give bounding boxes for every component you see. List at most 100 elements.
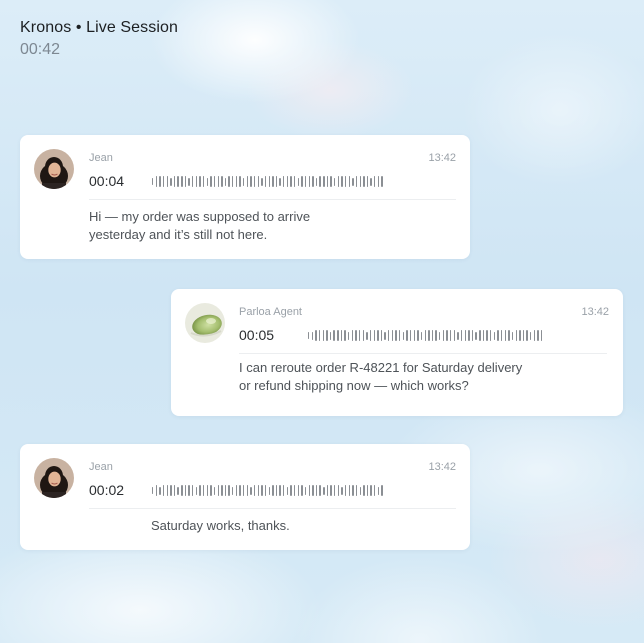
sender-name: Parloa Agent — [239, 306, 302, 318]
waveform-bar — [323, 486, 325, 495]
message-line: Saturday works, thanks. — [151, 518, 290, 533]
waveform-bar — [341, 486, 343, 495]
waveform-bar — [283, 176, 285, 187]
waveform-bar — [159, 176, 161, 187]
waveform-bar — [348, 331, 350, 340]
waveform-bar — [381, 485, 383, 496]
waveform-bar — [374, 176, 376, 187]
waveform-bar — [482, 330, 485, 341]
waveform-bar — [352, 177, 354, 186]
waveform-bar — [217, 485, 219, 496]
waveform-bar — [166, 485, 168, 496]
waveform-bar — [359, 486, 361, 495]
waveform-bar — [333, 330, 335, 341]
audio-waveform[interactable] — [152, 484, 385, 497]
audio-duration: 00:02 — [89, 482, 125, 498]
waveform-bar — [217, 176, 219, 187]
waveform-bar — [232, 486, 234, 495]
waveform-bar — [497, 330, 499, 341]
message-card-jean-2: Jean 13:42 00:02 Saturday works, thanks. — [20, 444, 470, 550]
waveform-bar — [504, 330, 506, 341]
waveform-bar — [322, 330, 324, 341]
waveform-bar — [304, 176, 307, 187]
waveform-bar — [213, 176, 216, 187]
waveform-bar — [155, 176, 158, 187]
waveform-bar — [344, 176, 347, 187]
waveform-bar — [228, 176, 230, 187]
waveform-bar — [275, 485, 278, 496]
waveform-bar — [206, 177, 208, 186]
waveform-bar — [297, 177, 300, 186]
waveform-bar — [500, 330, 503, 341]
waveform-bar — [511, 331, 514, 340]
waveform-bar — [304, 486, 307, 495]
waveform-bar — [330, 176, 332, 187]
sender-name: Jean — [89, 461, 113, 473]
waveform-bar — [370, 485, 372, 496]
waveform-bar — [261, 177, 263, 186]
waveform-bar — [311, 331, 314, 340]
waveform-bar — [202, 176, 205, 187]
waveform-bar — [221, 176, 223, 187]
waveform-bar — [275, 176, 278, 187]
waveform-bar — [359, 176, 361, 187]
waveform-bar — [369, 330, 372, 341]
waveform-bar — [159, 486, 161, 495]
waveform-bar — [388, 330, 390, 341]
audio-waveform[interactable] — [152, 175, 385, 188]
waveform-bar — [373, 330, 375, 341]
waveform-bar — [301, 176, 303, 187]
waveform-bar — [272, 485, 274, 496]
waveform-bar — [362, 330, 364, 341]
waveform-bar — [250, 486, 252, 495]
session-header: Kronos • Live Session 00:42 — [20, 18, 178, 61]
waveform-bar — [257, 176, 259, 187]
waveform-bar — [380, 330, 383, 341]
waveform-bar — [308, 176, 310, 187]
waveform-bar — [431, 330, 434, 341]
message-time: 13:42 — [428, 152, 456, 164]
waveform-bar — [264, 485, 267, 496]
waveform-bar — [173, 485, 176, 496]
waveform-bar — [192, 176, 194, 187]
divider — [89, 199, 456, 200]
waveform-bar — [530, 331, 532, 340]
waveform-bar — [413, 330, 415, 341]
audio-duration: 00:04 — [89, 173, 125, 189]
waveform-bar — [297, 485, 300, 496]
message-card-agent: Parloa Agent 13:42 00:05 I can reroute o… — [171, 289, 623, 416]
waveform-bar — [221, 485, 223, 496]
waveform-bar — [334, 177, 336, 186]
waveform-bar — [442, 330, 445, 341]
waveform-bar — [515, 330, 517, 341]
waveform-bar — [181, 176, 183, 187]
waveform-bar — [224, 485, 227, 496]
waveform-bar — [391, 330, 394, 341]
waveform-bar — [170, 177, 172, 186]
waveform-bar — [358, 330, 361, 341]
waveform-bar — [232, 176, 234, 187]
waveform-bar — [177, 176, 179, 187]
waveform-bar — [283, 485, 285, 496]
waveform-bar — [315, 485, 318, 496]
waveform-bar — [471, 330, 474, 341]
message-text: I can reroute order R-48221 for Saturday… — [239, 359, 522, 395]
message-line: yesterday and it’s still not here. — [89, 227, 268, 242]
waveform-bar — [246, 176, 249, 187]
message-line: I can reroute order R-48221 for Saturday… — [239, 360, 523, 375]
waveform-bar — [329, 331, 332, 340]
message-time: 13:42 — [428, 461, 456, 473]
waveform-bar — [424, 330, 426, 341]
waveform-bar — [326, 485, 329, 496]
waveform-bar — [326, 176, 329, 187]
waveform-bar — [344, 485, 347, 496]
waveform-bar — [351, 330, 354, 341]
message-line: or refund shipping now — which works? — [239, 378, 469, 393]
audio-waveform[interactable] — [308, 329, 545, 342]
parloa-agent-avatar — [185, 303, 225, 343]
waveform-bar — [334, 485, 336, 496]
waveform-bar — [177, 486, 179, 495]
waveform-bar — [340, 330, 343, 341]
waveform-bar — [195, 486, 198, 495]
waveform-bar — [479, 330, 481, 341]
